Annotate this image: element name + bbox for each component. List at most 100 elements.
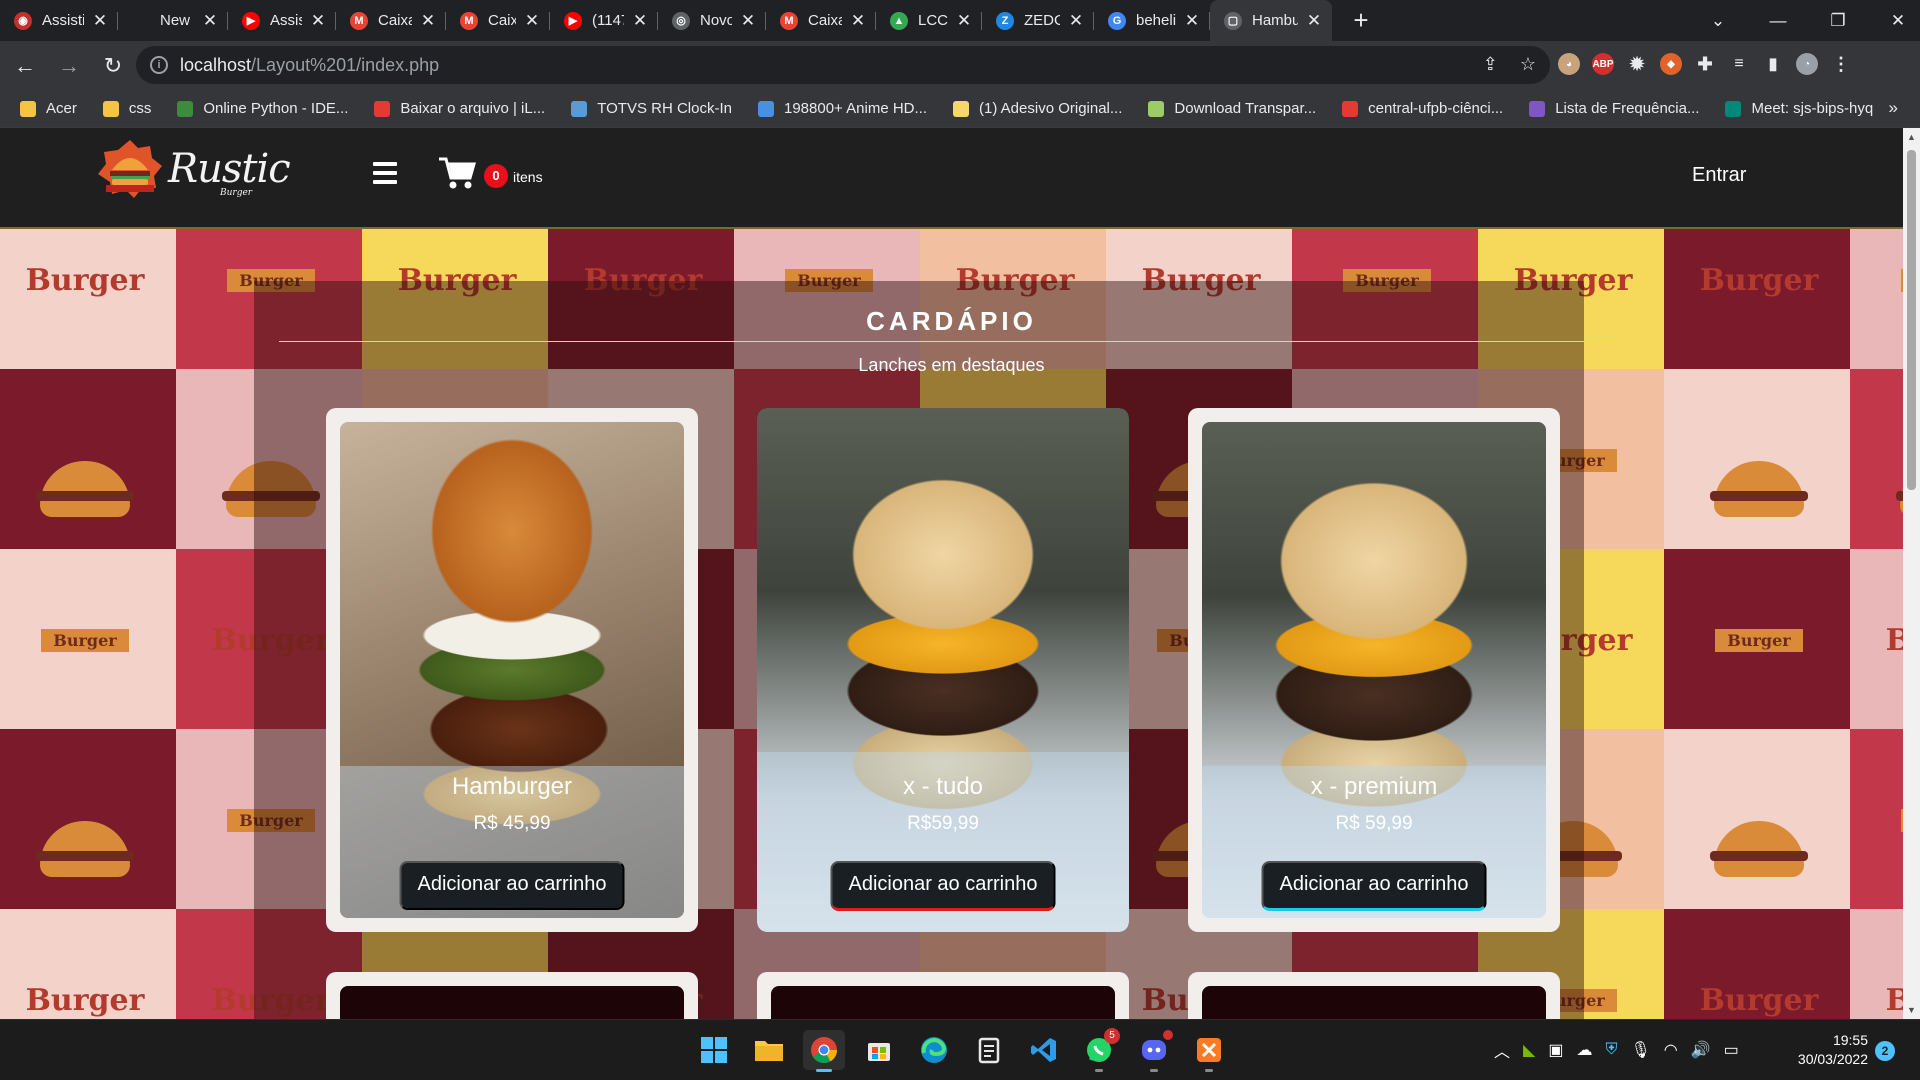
side-panel-icon[interactable]: ▮ [1762,53,1784,75]
browser-tab[interactable]: ◉ Assistir ✕ [0,0,118,41]
bookmark-star-icon[interactable]: ☆ [1520,54,1536,75]
scroll-down-icon[interactable]: ▼ [1907,1005,1916,1015]
close-tab-icon[interactable]: ✕ [1068,11,1084,31]
close-tab-icon[interactable]: ✕ [632,11,648,31]
bookmark-item[interactable]: central-ufpb-ciênci... [1342,100,1503,117]
page-scrollbar[interactable]: ▲ ▼ [1903,128,1920,1019]
show-hidden-icons-icon[interactable]: ︿ [1494,1038,1510,1062]
tab-search-icon[interactable]: ⌄ [1688,11,1748,31]
bookmark-item[interactable]: Meet: sjs-bips-hyq [1725,100,1873,117]
tray-app-icon[interactable]: ▣ [1548,1040,1563,1060]
close-tab-icon[interactable]: ✕ [956,11,972,31]
notepad-icon[interactable] [968,1030,1010,1070]
browser-tab[interactable]: M Caixa d ✕ [336,0,446,41]
browser-menu-icon[interactable]: ⋮ [1830,53,1852,75]
close-tab-icon[interactable]: ✕ [524,11,540,31]
bookmark-item[interactable]: Baixar o arquivo | iL... [374,100,545,117]
share-icon[interactable]: ⇪ [1483,54,1498,75]
discord-icon[interactable] [1133,1030,1175,1072]
vscode-icon[interactable] [1023,1030,1065,1070]
tab-title: LCC - D [918,12,948,29]
forward-icon[interactable]: → [50,53,88,79]
battery-icon[interactable]: ▭ [1724,1040,1739,1060]
system-clock[interactable]: 19:55 30/03/2022 [1788,1031,1868,1069]
bookmark-item[interactable]: 198800+ Anime HD... [757,100,927,117]
close-tab-icon[interactable]: ✕ [420,11,436,31]
bookmark-label: (1) Adesivo Original... [979,100,1123,117]
browser-tab[interactable]: New m ✕ [118,0,228,41]
start-menu-icon[interactable] [693,1030,735,1070]
nvidia-icon[interactable]: ◣ [1523,1040,1535,1060]
address-bar[interactable]: i localhost/Layout%201/index.php ⇪ ☆ [136,46,1550,84]
bookmark-item[interactable]: Acer [20,100,77,117]
browser-tab[interactable]: ▲ LCC - D ✕ [876,0,982,41]
restore-icon[interactable]: ❐ [1808,11,1868,31]
pattern-burger-word: Burger [25,982,145,1018]
onedrive-icon[interactable]: ☁ [1576,1040,1592,1060]
whatsapp-icon[interactable]: 5 [1078,1028,1120,1072]
add-to-cart-button[interactable]: Adicionar ao carrinho [1261,861,1487,911]
close-window-icon[interactable]: ✕ [1868,11,1920,31]
media-control-icon[interactable]: ≡ [1728,53,1750,75]
add-to-cart-button[interactable]: Adicionar ao carrinho [830,861,1056,911]
product-photo [1202,422,1546,918]
xampp-icon[interactable] [1188,1030,1230,1072]
close-tab-icon[interactable]: ✕ [740,11,756,31]
back-icon[interactable]: ← [6,53,44,79]
tab-favicon-icon: ◉ [14,11,32,30]
close-tab-icon[interactable]: ✕ [1184,11,1200,31]
shopping-cart-icon[interactable] [438,156,476,190]
bookmark-label: Meet: sjs-bips-hyq [1751,100,1874,117]
browser-tab[interactable]: Gbehelit ✕ [1094,0,1210,41]
close-tab-icon[interactable]: ✕ [310,11,326,31]
add-to-cart-button[interactable]: Adicionar ao carrinho [399,861,625,910]
browser-tab[interactable]: ▶ Assistir ✕ [228,0,336,41]
scroll-up-icon[interactable]: ▲ [1907,132,1916,142]
browser-tab[interactable]: M Caixa d ✕ [766,0,876,41]
site-logo[interactable]: Rustic Burger [96,138,291,200]
extension-fox-icon[interactable]: ◆ [1660,53,1682,75]
tab-title: New m [160,12,194,29]
bookmark-item[interactable]: (1) Adesivo Original... [953,100,1122,117]
close-tab-icon[interactable]: ✕ [202,11,218,31]
reload-icon[interactable]: ↻ [94,53,132,79]
browser-tab[interactable]: ▢ Hambu ✕ [1210,0,1332,41]
extensions-puzzle-icon[interactable]: ✚ [1694,53,1716,75]
close-tab-icon[interactable]: ✕ [92,11,108,31]
more-bookmarks-icon[interactable]: » [1889,98,1898,118]
profile-avatar-icon[interactable]: ◔ [1796,53,1818,75]
login-link[interactable]: Entrar [1692,164,1746,187]
extension-face-icon[interactable]: ◕ [1558,53,1580,75]
close-tab-icon[interactable]: ✕ [850,11,866,31]
edge-icon[interactable] [913,1030,955,1070]
bookmark-item[interactable]: Download Transpar... [1148,100,1316,117]
microsoft-store-icon[interactable] [858,1030,900,1070]
bookmark-item[interactable]: TOTVS RH Clock-In [571,100,732,117]
minimize-icon[interactable]: — [1748,11,1808,31]
browser-tab[interactable]: ▶ (1147) ✕ [550,0,658,41]
microphone-icon[interactable]: 🎙 [1630,1040,1650,1060]
site-info-icon[interactable]: i [150,56,168,74]
wifi-icon[interactable]: ◠ [1664,1040,1678,1060]
settings-gear-icon[interactable]: ✹ [1626,53,1648,75]
close-tab-icon[interactable]: ✕ [1306,11,1322,31]
bookmark-item[interactable]: Online Python - IDE... [177,100,348,117]
notification-count-badge[interactable]: 2 [1875,1041,1895,1061]
site-header: Rustic Burger 0 itens Entrar [0,128,1903,229]
product-photo [757,408,1129,932]
file-explorer-icon[interactable] [748,1030,790,1070]
new-tab-button[interactable]: + [1346,5,1376,36]
adblock-icon[interactable]: ABP [1592,53,1614,75]
volume-icon[interactable]: 🔊 [1691,1040,1711,1060]
bookmark-label: Download Transpar... [1174,100,1317,117]
bookmark-favicon-icon [177,100,194,117]
hamburger-menu-icon[interactable] [373,162,397,189]
scrollbar-thumb[interactable] [1907,150,1916,490]
browser-tab[interactable]: M Caixa d ✕ [446,0,550,41]
security-shield-icon[interactable]: ⛨ [1605,1041,1617,1059]
bookmark-item[interactable]: Lista de Frequência... [1529,100,1699,117]
bookmark-item[interactable]: css [102,100,151,117]
chrome-icon[interactable] [803,1030,845,1072]
browser-tab[interactable]: ◎ Novo s ✕ [658,0,766,41]
browser-tab[interactable]: Z ZEDGE ✕ [982,0,1094,41]
